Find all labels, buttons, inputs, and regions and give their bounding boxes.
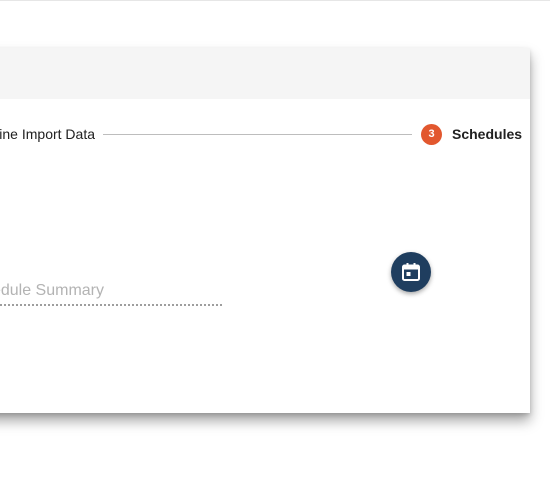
- schedule-summary-underline: [0, 304, 222, 306]
- step-number-badge[interactable]: 3: [421, 124, 442, 145]
- top-divider: [0, 0, 550, 1]
- wizard-card: Define Import Data 3 Schedules Schedule …: [0, 48, 530, 413]
- step-previous-label: Define Import Data: [0, 126, 95, 142]
- calendar-icon: [402, 263, 420, 281]
- schedule-summary-field[interactable]: Schedule Summary: [0, 278, 222, 308]
- step-connector: [103, 134, 412, 135]
- step-current-label[interactable]: Schedules: [452, 126, 522, 142]
- stepper: Define Import Data 3 Schedules: [0, 124, 530, 146]
- schedule-summary-placeholder: Schedule Summary: [0, 282, 104, 299]
- calendar-button[interactable]: [391, 252, 431, 292]
- card-header: [0, 48, 530, 99]
- step-previous[interactable]: Define Import Data: [0, 126, 95, 144]
